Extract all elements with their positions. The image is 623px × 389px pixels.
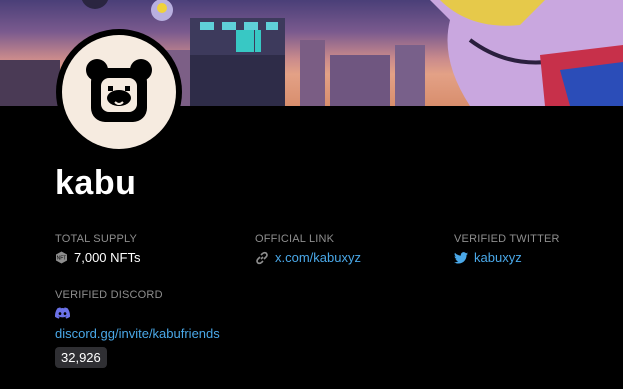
verified-twitter-stat: VERIFIED TWITTER kabuxyz <box>454 233 560 265</box>
discord-members-badge: 32,926 <box>55 347 107 368</box>
verified-discord-label: VERIFIED DISCORD <box>55 289 163 301</box>
total-supply-label: TOTAL SUPPLY <box>55 233 138 245</box>
verified-discord-stat: VERIFIED DISCORD discord.gg/invite/kabuf… <box>55 289 220 368</box>
bear-logo-icon <box>86 59 152 122</box>
collection-name: kabu <box>55 164 137 202</box>
verified-discord-value[interactable]: discord.gg/invite/kabufriends <box>55 326 220 341</box>
total-supply-value: 7,000 NFTs <box>74 250 141 265</box>
link-icon <box>256 251 268 264</box>
svg-text:NFT: NFT <box>57 256 67 262</box>
official-link-value[interactable]: x.com/kabuxyz <box>275 250 361 265</box>
verified-twitter-label: VERIFIED TWITTER <box>454 233 560 245</box>
official-link-stat: OFFICIAL LINK x.com/kabuxyz <box>255 233 361 265</box>
collection-avatar <box>56 29 182 155</box>
verified-twitter-value[interactable]: kabuxyz <box>474 250 522 265</box>
discord-icon <box>55 307 71 319</box>
total-supply-stat: TOTAL SUPPLY NFT 7,000 NFTs <box>55 233 140 265</box>
twitter-icon <box>454 251 468 264</box>
nft-icon: NFT <box>56 251 67 264</box>
official-link-label: OFFICIAL LINK <box>255 233 335 245</box>
